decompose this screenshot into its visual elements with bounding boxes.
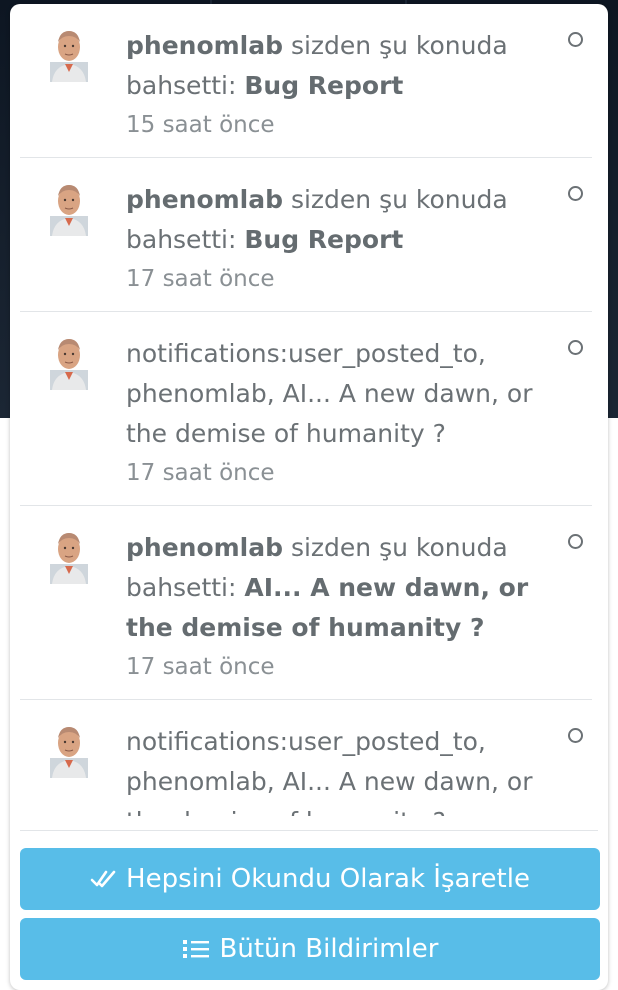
notification-actor: phenomlab [126, 533, 284, 562]
all-notifications-label: Bütün Bildirimler [219, 934, 439, 964]
notification-text: notifications:user_posted_to, phenomlab,… [126, 722, 536, 816]
notification-item[interactable]: phenomlab sizden şu konuda bahsetti: Bug… [20, 158, 592, 312]
notification-text: phenomlab sizden şu konuda bahsetti: Bug… [126, 180, 536, 298]
mark-read-circle-icon[interactable] [568, 728, 583, 743]
notification-time: 15 saat önce [126, 112, 275, 138]
notification-actor: phenomlab [126, 185, 284, 214]
notification-item[interactable]: phenomlab sizden şu konuda bahsetti: AI.… [20, 506, 592, 700]
all-notifications-button[interactable]: Bütün Bildirimler [20, 918, 600, 980]
mark-all-read-button[interactable]: Hepsini Okundu Olarak İşaretle [20, 848, 600, 910]
notification-time: 17 saat önce [126, 460, 275, 486]
mark-read-circle-icon[interactable] [568, 186, 583, 201]
notification-actor: phenomlab [126, 31, 284, 60]
avatar [50, 727, 88, 778]
notification-message: notifications:user_posted_to, phenomlab,… [126, 727, 533, 816]
notification-text: notifications:user_posted_to, phenomlab,… [126, 334, 536, 492]
avatar [50, 339, 88, 390]
notification-item[interactable]: phenomlab sizden şu konuda bahsetti: Bug… [20, 4, 592, 158]
mark-read-circle-icon[interactable] [568, 534, 583, 549]
notifications-list[interactable]: phenomlab sizden şu konuda bahsetti: Bug… [20, 4, 592, 816]
avatar [50, 533, 88, 584]
avatar [50, 185, 88, 236]
mark-read-circle-icon[interactable] [568, 340, 583, 355]
notification-topic: Bug Report [244, 225, 404, 254]
list-icon [182, 940, 209, 958]
notifications-panel: phenomlab sizden şu konuda bahsetti: Bug… [10, 4, 608, 990]
notification-item[interactable]: notifications:user_posted_to, phenomlab,… [20, 312, 592, 506]
notification-message: notifications:user_posted_to, phenomlab,… [126, 339, 533, 448]
check-double-icon [90, 870, 116, 888]
notification-time: 17 saat önce [126, 266, 275, 292]
avatar [50, 31, 88, 82]
mark-read-circle-icon[interactable] [568, 32, 583, 47]
notification-time: 17 saat önce [126, 654, 275, 680]
notification-item[interactable]: notifications:user_posted_to, phenomlab,… [20, 700, 592, 816]
notification-text: phenomlab sizden şu konuda bahsetti: Bug… [126, 26, 536, 144]
notification-topic: Bug Report [244, 71, 404, 100]
notification-text: phenomlab sizden şu konuda bahsetti: AI.… [126, 528, 536, 686]
divider [20, 830, 598, 831]
mark-all-read-label: Hepsini Okundu Olarak İşaretle [126, 864, 530, 894]
